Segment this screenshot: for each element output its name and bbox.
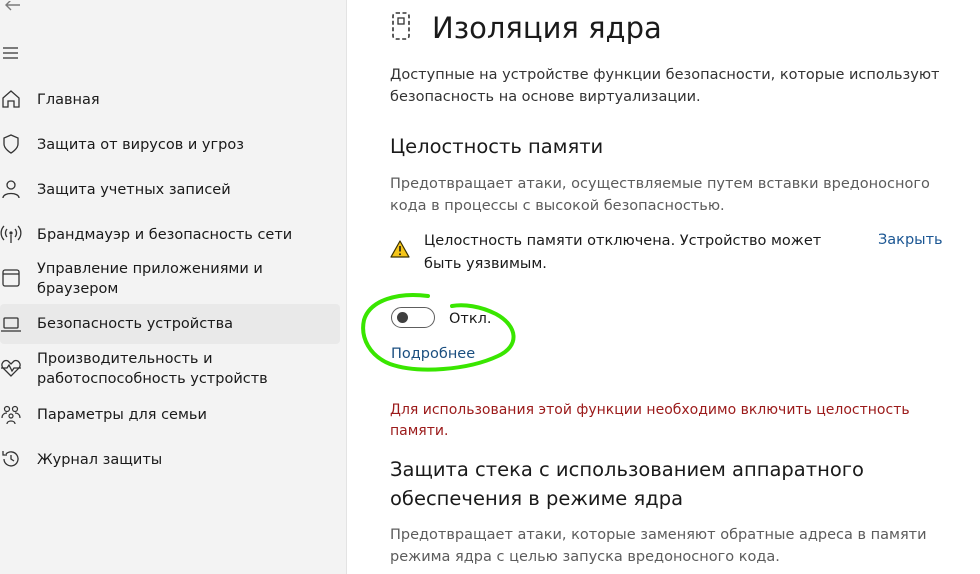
hamburger-menu-icon[interactable] <box>2 45 20 59</box>
sidebar-item-label: Брандмауэр и безопасность сети <box>37 227 293 243</box>
sidebar-item-firewall[interactable]: Брандмауэр и безопасность сети <box>0 221 340 249</box>
sidebar-item-label: Безопасность устройства <box>37 316 234 332</box>
sidebar-divider <box>346 0 347 574</box>
shield-icon <box>0 133 22 155</box>
sidebar-item-label: Производительность и работоспособность у… <box>37 351 268 387</box>
sidebar-item-label: Защита от вирусов и угроз <box>37 137 244 153</box>
core-isolation-chip-icon <box>388 10 414 42</box>
memory-integrity-description: Предотвращает атаки, осуществляемые путе… <box>390 176 930 214</box>
home-icon <box>0 88 22 110</box>
memory-integrity-warning: Целостность памяти отключена. Устройство… <box>424 233 822 272</box>
dismiss-warning-link[interactable]: Закрыть <box>878 230 943 250</box>
memory-integrity-toggle[interactable] <box>391 307 435 328</box>
heart-pulse-icon <box>0 357 22 379</box>
sidebar-item-home[interactable]: Главная <box>0 86 340 114</box>
sidebar-item-label: Защита учетных записей <box>37 182 231 198</box>
sidebar-item-family-options[interactable]: Параметры для семьи <box>0 401 340 429</box>
memory-integrity-requirement-notice: Для использования этой функции необходим… <box>390 402 910 439</box>
sidebar-item-label: Журнал защиты <box>37 452 163 468</box>
family-icon <box>0 403 22 425</box>
back-arrow-icon[interactable] <box>2 0 22 14</box>
sidebar-item-virus-protection[interactable]: Защита от вирусов и угроз <box>0 131 340 159</box>
sidebar-item-label: Управление приложениями и браузером <box>37 261 263 297</box>
sidebar-item-label: Главная <box>37 92 100 108</box>
sidebar-item-device-security[interactable]: Безопасность устройства <box>0 304 340 344</box>
warning-icon <box>390 240 410 258</box>
stack-protection-description: Предотвращает атаки, которые заменяют об… <box>390 527 927 565</box>
sidebar-item-app-browser-control[interactable]: Управление приложениями и браузером <box>0 257 340 301</box>
stack-protection-title: Защита стека с использованием аппаратног… <box>390 458 864 510</box>
history-icon <box>0 448 22 470</box>
sidebar-item-label: Параметры для семьи <box>37 407 207 423</box>
memory-integrity-title: Целостность памяти <box>390 135 604 158</box>
sidebar-item-device-performance[interactable]: Производительность и работоспособность у… <box>0 347 340 391</box>
page-title: Изоляция ядра <box>432 11 662 45</box>
page-description: Доступные на устройстве функции безопасн… <box>390 67 940 105</box>
sidebar: Главная Защита от вирусов и угроз Защита… <box>0 0 346 574</box>
person-icon <box>0 178 22 200</box>
learn-more-link[interactable]: Подробнее <box>391 344 475 364</box>
laptop-icon <box>0 313 22 335</box>
toggle-state-label: Откл. <box>449 311 492 327</box>
app-browser-icon <box>0 267 22 289</box>
sidebar-item-protection-history[interactable]: Журнал защиты <box>0 446 340 474</box>
antenna-icon <box>0 223 22 245</box>
sidebar-item-account-protection[interactable]: Защита учетных записей <box>0 176 340 204</box>
toggle-knob <box>397 312 408 323</box>
